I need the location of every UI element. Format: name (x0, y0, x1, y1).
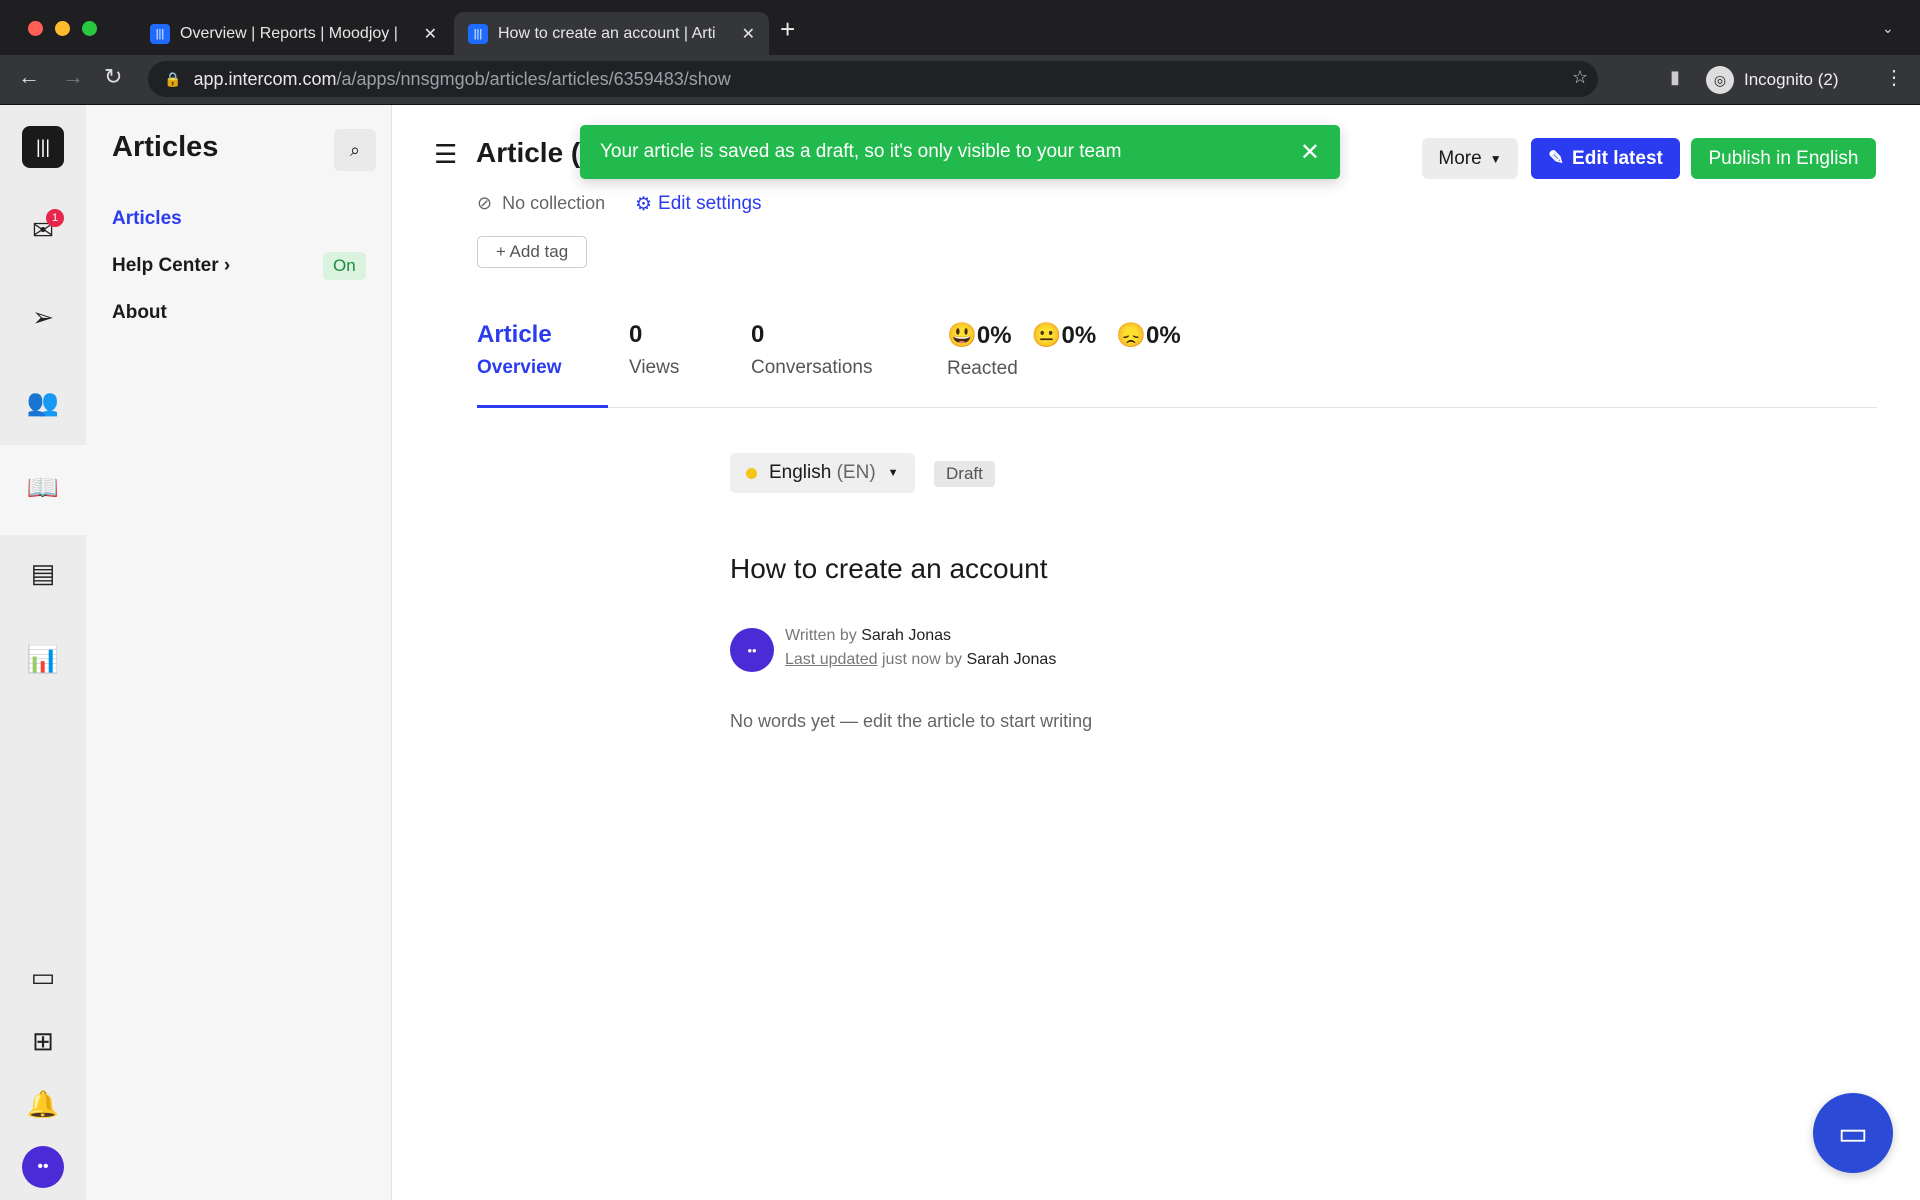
minimize-window-icon[interactable] (55, 21, 70, 36)
close-tab-icon[interactable]: ✕ (742, 24, 755, 44)
browser-tab-bar: ||| Overview | Reports | Moodjoy | ✕ |||… (0, 0, 1920, 55)
maximize-window-icon[interactable] (82, 21, 97, 36)
help-center-status-badge: On (323, 252, 366, 280)
publish-button[interactable]: Publish in English (1691, 138, 1876, 179)
back-icon[interactable]: ← (18, 64, 40, 90)
notifications-bell-icon[interactable]: 🔔 (22, 1083, 64, 1125)
close-window-icon[interactable] (28, 21, 43, 36)
tab-article-overview[interactable]: Article Overview (477, 321, 562, 379)
messenger-launcher-button[interactable]: ▭ (1813, 1093, 1893, 1173)
search-icon[interactable]: ⌕ (334, 129, 376, 171)
pencil-icon: ✎ (1548, 148, 1565, 169)
articles-book-icon[interactable]: 📖 (22, 466, 64, 508)
outbound-icon[interactable]: ➢ (22, 296, 64, 338)
incognito-profile-button[interactable]: ◎ Incognito (2) (1706, 62, 1839, 98)
user-avatar[interactable]: •• (22, 1146, 64, 1188)
reaction-neutral: 😐0% (1031, 322, 1097, 349)
messenger-icon[interactable]: ▭ (22, 956, 64, 998)
app-nav-rail: ||| ✉ 1 ➢ 👥 📖 ▤ 📊 ▭ ⊞ 🔔 •• (0, 105, 86, 1200)
incognito-icon: ◎ (1706, 66, 1734, 94)
lock-icon: 🔒 (164, 70, 182, 87)
tab-reactions[interactable]: 😃0% 😐0% 😞0% Reacted (947, 321, 1181, 380)
side-panel-icon[interactable]: ▮ (1670, 67, 1680, 88)
tab-conversations[interactable]: 0 Conversations (751, 321, 872, 379)
sidebar-title: Articles (112, 131, 219, 163)
language-status-dot (746, 467, 757, 479)
author-avatar: •• (730, 628, 774, 672)
browser-toolbar: ← → ↻ 🔒 app.intercom.com/a/apps/nnsgmgob… (0, 55, 1920, 105)
caret-down-icon: ▼ (1489, 151, 1502, 166)
reload-icon[interactable]: ↻ (104, 64, 122, 90)
edit-latest-button[interactable]: ✎ Edit latest (1531, 138, 1680, 179)
browser-tab-active[interactable]: ||| How to create an account | Arti ✕ (454, 12, 769, 55)
empty-article-text: No words yet — edit the article to start… (730, 711, 1093, 731)
updated-line: Last updated just now by Sarah Jonas (785, 651, 1057, 668)
address-bar[interactable]: 🔒 app.intercom.com/a/apps/nnsgmgob/artic… (148, 61, 1598, 97)
tab-views[interactable]: 0 Views (629, 321, 679, 379)
reports-doc-icon[interactable]: ▤ (22, 552, 64, 594)
intercom-favicon-icon: ||| (468, 23, 488, 44)
new-tab-icon[interactable]: + (780, 14, 795, 45)
forward-icon[interactable]: → (62, 64, 84, 90)
reaction-sad: 😞0% (1116, 322, 1181, 349)
author-line: Written by Sarah Jonas (785, 627, 952, 644)
add-tag-button[interactable]: + Add tag (477, 236, 587, 268)
caret-down-icon: ▼ (887, 467, 899, 479)
star-icon[interactable]: ☆ (1572, 67, 1588, 88)
eye-off-icon: ⊘ (477, 193, 493, 213)
reports-chart-icon[interactable]: 📊 (22, 638, 64, 680)
more-button[interactable]: More ▼ (1422, 138, 1518, 179)
page-title: Article ( (476, 137, 581, 168)
hamburger-menu-icon[interactable]: ☰ (434, 139, 457, 170)
sidebar-item-about[interactable]: About (112, 302, 167, 324)
contacts-icon[interactable]: 👥 (22, 381, 64, 423)
gear-icon: ⚙ (635, 194, 653, 215)
close-tab-icon[interactable]: ✕ (424, 24, 437, 44)
last-updated-link[interactable]: Last updated (785, 651, 878, 668)
tab-search-chevron-icon[interactable]: ⌄ (1882, 20, 1894, 37)
reaction-happy: 😃0% (947, 322, 1012, 349)
browser-tab[interactable]: ||| Overview | Reports | Moodjoy | ✕ (136, 12, 451, 55)
tabs-divider (477, 407, 1877, 408)
intercom-logo-icon[interactable]: ||| (22, 126, 64, 168)
browser-menu-icon[interactable]: ⋮ (1884, 65, 1904, 90)
active-tab-underline (477, 405, 608, 408)
inbox-badge: 1 (46, 209, 64, 227)
article-title: How to create an account (730, 553, 1048, 584)
intercom-favicon-icon: ||| (150, 23, 170, 44)
language-selector[interactable]: English (EN) ▼ (730, 453, 915, 493)
close-icon[interactable]: ✕ (1300, 138, 1320, 167)
sidebar-item-articles[interactable]: Articles (112, 208, 182, 230)
draft-saved-toast: Your article is saved as a draft, so it'… (580, 125, 1340, 179)
article-main: ☰ Article ( Your article is saved as a d… (392, 105, 1920, 1200)
articles-sidebar: Articles ⌕ Articles Help Center › On Abo… (86, 105, 392, 1200)
edit-settings-link[interactable]: ⚙ Edit settings (635, 193, 762, 216)
chevron-right-icon: › (223, 255, 231, 276)
inbox-icon[interactable]: ✉ 1 (22, 209, 64, 251)
collection-status: ⊘ No collection (477, 193, 606, 213)
draft-status-badge: Draft (934, 461, 995, 487)
sidebar-item-help-center[interactable]: Help Center › (112, 255, 230, 277)
apps-icon[interactable]: ⊞ (22, 1020, 64, 1062)
